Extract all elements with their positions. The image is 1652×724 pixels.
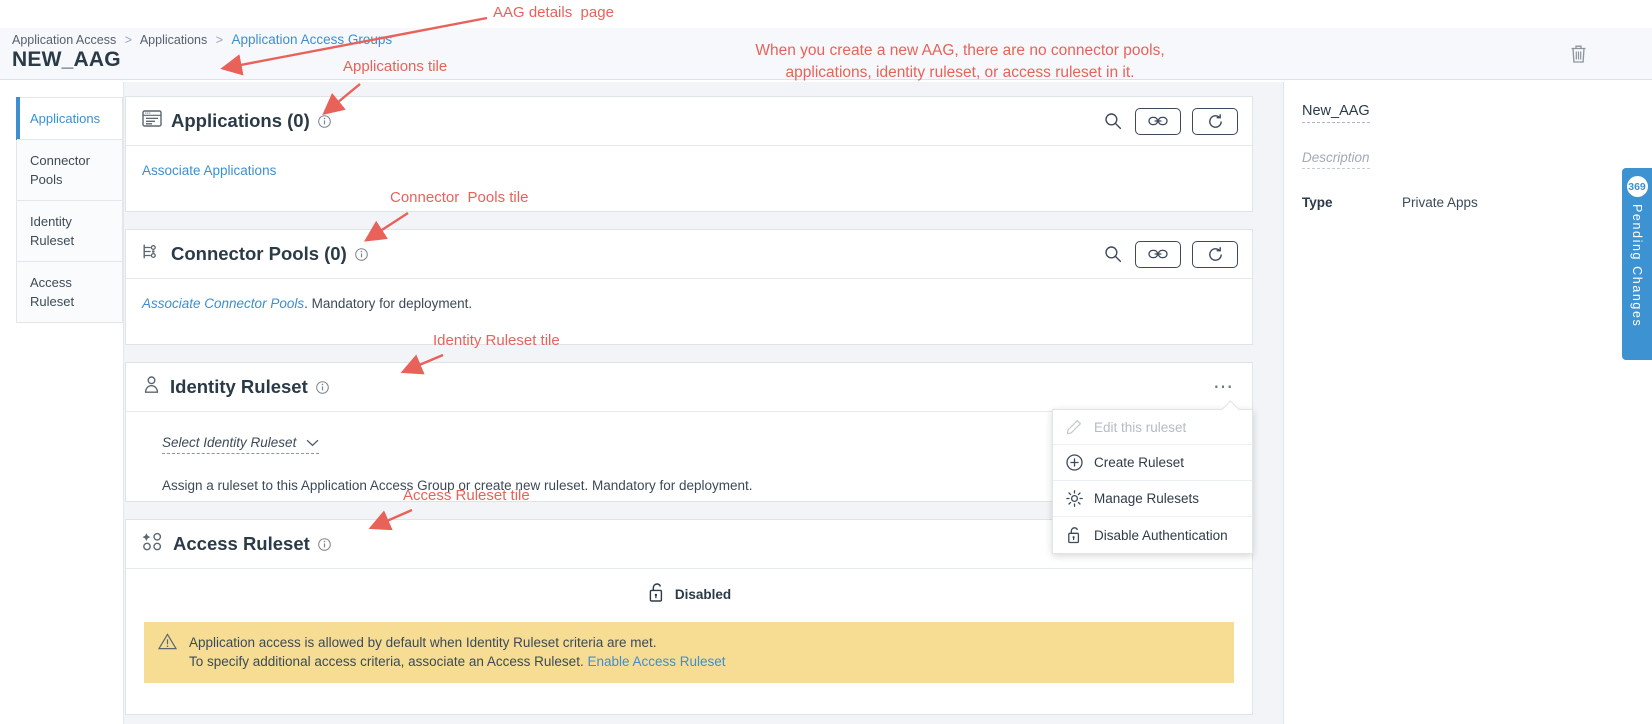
annotation-connector-pools-tile: Connector Pools tile bbox=[390, 189, 528, 206]
annotation-arrows bbox=[0, 0, 1652, 724]
app-root: Application Access > Applications > Appl… bbox=[0, 0, 1652, 724]
annotation-note: When you create a new AAG, there are no … bbox=[660, 40, 1260, 84]
annotation-identity-ruleset-tile: Identity Ruleset tile bbox=[433, 332, 560, 349]
annotation-applications-tile: Applications tile bbox=[343, 58, 447, 75]
annotation-access-ruleset-tile: Access Ruleset tile bbox=[403, 487, 530, 504]
annotation-aag-details-page: AAG details page bbox=[493, 4, 614, 21]
